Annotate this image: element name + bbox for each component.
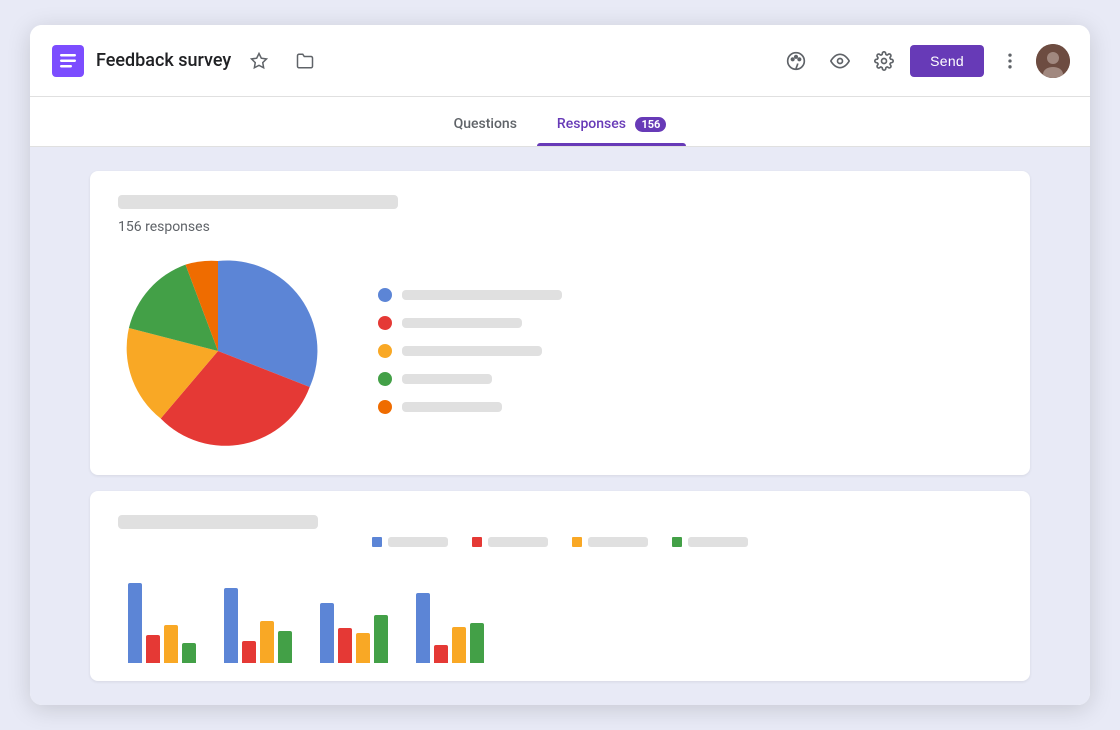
bar-4-2 bbox=[434, 645, 448, 663]
header: Feedback survey bbox=[30, 25, 1090, 97]
preview-button[interactable] bbox=[822, 43, 858, 79]
legend-item-1 bbox=[378, 288, 562, 302]
bar-chart-card bbox=[90, 491, 1030, 681]
legend-dot-4 bbox=[378, 372, 392, 386]
tab-questions[interactable]: Questions bbox=[434, 116, 537, 146]
legend-dot-1 bbox=[378, 288, 392, 302]
bar-4-1 bbox=[416, 593, 430, 663]
header-right: Send bbox=[778, 43, 1070, 79]
legend-bar-5 bbox=[402, 402, 502, 412]
header-left: Feedback survey bbox=[50, 43, 778, 79]
bar-chart-legend bbox=[118, 537, 1002, 547]
tab-responses[interactable]: Responses 156 bbox=[537, 116, 686, 146]
chart-area bbox=[118, 251, 1002, 451]
bar-2-3 bbox=[260, 621, 274, 663]
settings-button[interactable] bbox=[866, 43, 902, 79]
bar-legend-item-2 bbox=[472, 537, 548, 547]
bar-4-4 bbox=[470, 623, 484, 663]
legend-bar-1 bbox=[402, 290, 562, 300]
avatar-image bbox=[1036, 44, 1070, 78]
pie-chart bbox=[118, 251, 318, 451]
bar-1-3 bbox=[164, 625, 178, 663]
bar-group-2 bbox=[224, 588, 292, 663]
legend-item-5 bbox=[378, 400, 562, 414]
legend-bar-2 bbox=[402, 318, 522, 328]
legend-dot-2 bbox=[378, 316, 392, 330]
responses-badge: 156 bbox=[635, 117, 666, 132]
bar-legend-skel-1 bbox=[388, 537, 448, 547]
card2-title-skeleton bbox=[118, 515, 318, 529]
palette-button[interactable] bbox=[778, 43, 814, 79]
bar-legend-item-1 bbox=[372, 537, 448, 547]
bar-legend-dot-4 bbox=[672, 537, 682, 547]
bar-legend-dot-1 bbox=[372, 537, 382, 547]
pie-chart-card: 156 responses bbox=[90, 171, 1030, 475]
bar-3-3 bbox=[356, 633, 370, 663]
bar-1-4 bbox=[182, 643, 196, 663]
bar-group-1 bbox=[128, 583, 196, 663]
bar-legend-dot-2 bbox=[472, 537, 482, 547]
bar-1-2 bbox=[146, 635, 160, 663]
star-button[interactable] bbox=[241, 43, 277, 79]
pie-legend bbox=[378, 288, 562, 414]
bar-1-1 bbox=[128, 583, 142, 663]
legend-item-3 bbox=[378, 344, 562, 358]
page-title: Feedback survey bbox=[96, 50, 231, 71]
app-window: Feedback survey bbox=[30, 25, 1090, 705]
bar-4-3 bbox=[452, 627, 466, 663]
legend-bar-3 bbox=[402, 346, 542, 356]
bar-legend-skel-2 bbox=[488, 537, 548, 547]
avatar[interactable] bbox=[1036, 44, 1070, 78]
legend-dot-5 bbox=[378, 400, 392, 414]
responses-count-label: 156 responses bbox=[118, 219, 1002, 235]
bar-group-4 bbox=[416, 593, 484, 663]
bar-group-3 bbox=[320, 603, 388, 663]
more-menu-button[interactable] bbox=[992, 43, 1028, 79]
bar-chart-area bbox=[118, 563, 1002, 663]
card1-title-skeleton bbox=[118, 195, 398, 209]
bar-legend-item-3 bbox=[572, 537, 648, 547]
bar-legend-skel-4 bbox=[688, 537, 748, 547]
legend-bar-4 bbox=[402, 374, 492, 384]
app-icon bbox=[50, 43, 86, 79]
bar-3-4 bbox=[374, 615, 388, 663]
bar-3-2 bbox=[338, 628, 352, 663]
bar-legend-item-4 bbox=[672, 537, 748, 547]
legend-item-4 bbox=[378, 372, 562, 386]
bar-legend-skel-3 bbox=[588, 537, 648, 547]
bar-2-1 bbox=[224, 588, 238, 663]
tabs-bar: Questions Responses 156 bbox=[30, 97, 1090, 147]
legend-dot-3 bbox=[378, 344, 392, 358]
bar-legend-dot-3 bbox=[572, 537, 582, 547]
main-content: 156 responses bbox=[30, 147, 1090, 705]
bar-2-2 bbox=[242, 641, 256, 663]
bar-2-4 bbox=[278, 631, 292, 663]
legend-item-2 bbox=[378, 316, 562, 330]
send-button[interactable]: Send bbox=[910, 45, 984, 77]
bar-3-1 bbox=[320, 603, 334, 663]
folder-button[interactable] bbox=[287, 43, 323, 79]
